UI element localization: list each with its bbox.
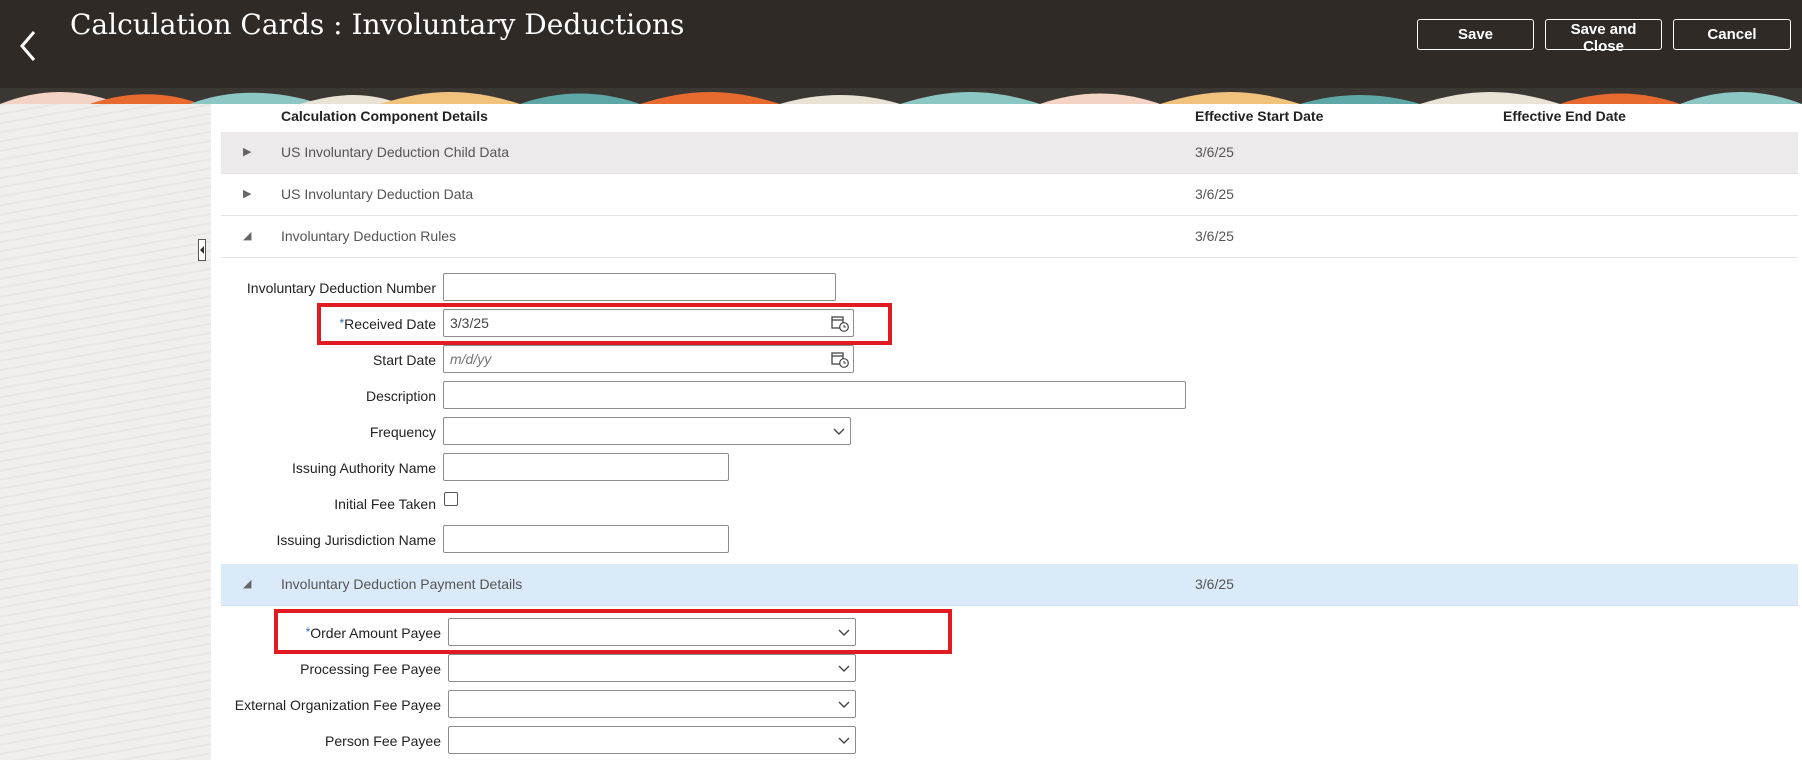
row-start-date: 3/6/25 <box>1195 186 1234 202</box>
chevron-down-icon <box>838 629 850 636</box>
issuing-authority-input[interactable] <box>443 453 729 481</box>
frequency-select[interactable] <box>443 417 851 445</box>
column-header-component: Calculation Component Details <box>281 108 488 124</box>
person-fee-payee-select[interactable] <box>448 726 856 754</box>
description-input[interactable] <box>443 381 1186 409</box>
triangle-right-icon: ▶ <box>243 188 252 200</box>
page-title: Calculation Cards : Involuntary Deductio… <box>70 8 685 41</box>
cancel-button[interactable]: Cancel <box>1673 19 1791 50</box>
collapse-row-button[interactable]: ◢ <box>221 564 274 605</box>
triangle-down-icon: ◢ <box>243 230 252 242</box>
issuing-jurisdiction-input[interactable] <box>443 525 729 553</box>
order-amount-payee-label-text: Order Amount Payee <box>310 625 441 641</box>
left-panel <box>0 104 211 760</box>
decorative-banner <box>0 88 1802 104</box>
external-org-fee-payee-label: External Organization Fee Payee <box>234 697 441 713</box>
start-date-label: Start Date <box>372 352 436 368</box>
external-org-fee-payee-select[interactable] <box>448 690 856 718</box>
initial-fee-label: Initial Fee Taken <box>334 496 436 512</box>
table-row[interactable]: ◢ Involuntary Deduction Rules 3/6/25 <box>221 216 1798 258</box>
row-name: Involuntary Deduction Payment Details <box>281 576 523 592</box>
table-header: Calculation Component Details Effective … <box>221 104 1802 132</box>
initial-fee-checkbox[interactable] <box>444 492 458 506</box>
save-and-close-button[interactable]: Save and Close <box>1545 19 1662 55</box>
row-name: Involuntary Deduction Rules <box>281 228 457 244</box>
frequency-label: Frequency <box>369 424 436 440</box>
received-date-label: *Received Date <box>211 316 437 332</box>
calendar-icon[interactable] <box>831 350 849 368</box>
column-header-start-date: Effective Start Date <box>1195 108 1324 124</box>
deduction-number-input[interactable] <box>443 273 836 301</box>
received-date-input[interactable] <box>443 309 854 337</box>
calendar-icon[interactable] <box>831 314 849 332</box>
start-date-input[interactable] <box>443 345 854 373</box>
order-amount-payee-label: *Order Amount Payee <box>211 625 441 641</box>
expand-row-button[interactable]: ▶ <box>221 174 274 215</box>
collapse-panel-handle[interactable] <box>198 239 206 261</box>
row-start-date: 3/6/25 <box>1195 228 1234 244</box>
main-content: Calculation Component Details Effective … <box>211 104 1802 760</box>
chevron-down-icon <box>838 665 850 672</box>
row-start-date: 3/6/25 <box>1195 144 1234 160</box>
table-row[interactable]: ▶ US Involuntary Deduction Child Data 3/… <box>221 132 1798 174</box>
chevron-left-icon <box>20 31 36 61</box>
banner-pattern <box>0 88 1802 104</box>
table-row[interactable]: ▶ US Involuntary Deduction Data 3/6/25 <box>221 174 1798 216</box>
triangle-right-icon: ▶ <box>243 146 252 158</box>
description-label: Description <box>365 388 436 404</box>
received-date-label-text: Received Date <box>344 316 436 332</box>
person-fee-payee-label: Person Fee Payee <box>325 733 441 749</box>
save-button[interactable]: Save <box>1417 19 1534 50</box>
column-header-end-date: Effective End Date <box>1503 108 1626 124</box>
row-name: US Involuntary Deduction Data <box>281 186 474 202</box>
processing-fee-payee-select[interactable] <box>448 654 856 682</box>
issuing-authority-label: Issuing Authority Name <box>292 460 436 476</box>
processing-fee-payee-label: Processing Fee Payee <box>300 661 441 677</box>
app-header: Calculation Cards : Involuntary Deductio… <box>0 0 1802 90</box>
order-amount-payee-select[interactable] <box>448 618 856 646</box>
deduction-number-label: Involuntary Deduction Number <box>246 280 436 296</box>
table-row-selected[interactable]: ◢ Involuntary Deduction Payment Details … <box>221 564 1798 606</box>
chevron-down-icon <box>838 737 850 744</box>
triangle-down-icon: ◢ <box>243 578 252 590</box>
expand-row-button[interactable]: ▶ <box>221 132 274 173</box>
row-start-date: 3/6/25 <box>1195 576 1234 592</box>
row-name: US Involuntary Deduction Child Data <box>281 144 510 160</box>
back-button[interactable] <box>10 24 44 68</box>
issuing-jurisdiction-label: Issuing Jurisdiction Name <box>276 532 436 548</box>
collapse-row-button[interactable]: ◢ <box>221 216 274 257</box>
chevron-down-icon <box>833 428 845 435</box>
chevron-down-icon <box>838 701 850 708</box>
